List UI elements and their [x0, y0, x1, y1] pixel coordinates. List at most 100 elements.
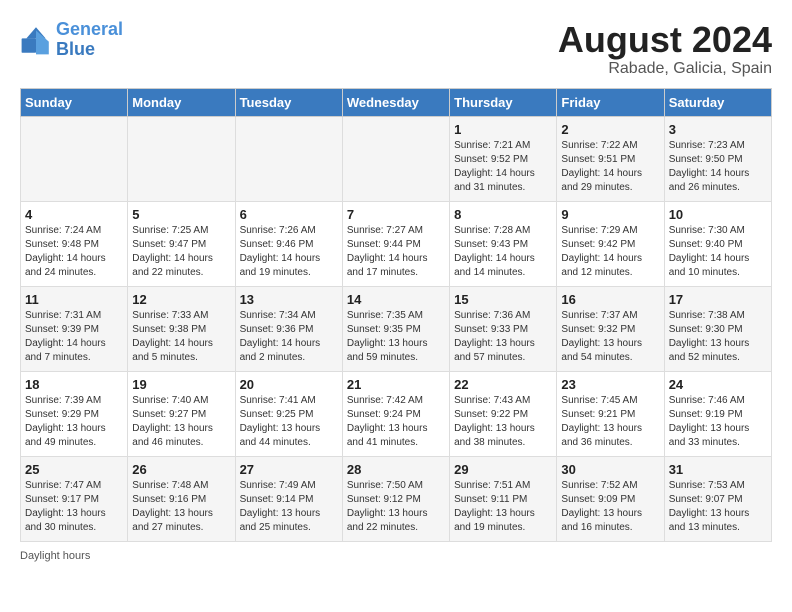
calendar-header-row: Sunday Monday Tuesday Wednesday Thursday… [21, 88, 772, 116]
table-row: 26 Sunrise: 7:48 AMSunset: 9:16 PMDayligh… [128, 456, 235, 541]
day-info: Sunrise: 7:21 AMSunset: 9:52 PMDaylight:… [454, 139, 552, 195]
day-number: 11 [25, 292, 123, 307]
calendar-week-row: 25Sunrise: 7:47 AMSunset: 9:17 PMDayligh… [21, 456, 772, 541]
day-number: 18 [25, 377, 123, 392]
col-sunday: Sunday [21, 88, 128, 116]
day-info: Sunrise: 7:29 AMSunset: 9:42 PMDaylight:… [561, 224, 659, 280]
day-info: Sunrise: 7:39 AMSunset: 9:29 PMDaylight:… [25, 394, 123, 450]
table-row [342, 116, 449, 201]
day-info: Sunrise: 7:38 AMSunset: 9:30 PMDaylight:… [669, 309, 767, 365]
calendar-week-row: 18 Sunrise: 7:39 AMSunset: 9:29 PMDayligh… [21, 371, 772, 456]
table-row: 9 Sunrise: 7:29 AMSunset: 9:42 PMDaylight… [557, 201, 664, 286]
day-number: 31 [669, 462, 767, 477]
day-info: Sunrise: 7:43 AMSunset: 9:22 PMDaylight:… [454, 394, 552, 450]
col-wednesday: Wednesday [342, 88, 449, 116]
table-row [235, 116, 342, 201]
day-info: Sunrise: 7:45 AMSunset: 9:21 PMDaylight:… [561, 394, 659, 450]
day-info: Sunrise: 7:36 AMSunset: 9:33 PMDaylight:… [454, 309, 552, 365]
col-saturday: Saturday [664, 88, 771, 116]
table-row: 11 Sunrise: 7:31 AMSunset: 9:39 PMDayligh… [21, 286, 128, 371]
day-info: Sunrise: 7:37 AMSunset: 9:32 PMDaylight:… [561, 309, 659, 365]
logo-icon [20, 24, 52, 56]
day-info: Sunrise: 7:53 AMSunset: 9:07 PMDaylight:… [669, 479, 767, 535]
table-row: 29 Sunrise: 7:51 AMSunset: 9:11 PMDayligh… [450, 456, 557, 541]
day-info: Sunrise: 7:51 AMSunset: 9:11 PMDaylight:… [454, 479, 552, 535]
location-subtitle: Rabade, Galicia, Spain [558, 60, 772, 78]
month-year-title: August 2024 [558, 20, 772, 60]
day-info: Sunrise: 7:48 AMSunset: 9:16 PMDaylight:… [132, 479, 230, 535]
table-row: 13 Sunrise: 7:34 AMSunset: 9:36 PMDayligh… [235, 286, 342, 371]
table-row: 18 Sunrise: 7:39 AMSunset: 9:29 PMDayligh… [21, 371, 128, 456]
day-info: Sunrise: 7:49 AMSunset: 9:14 PMDaylight:… [240, 479, 338, 535]
day-number: 20 [240, 377, 338, 392]
day-info: Sunrise: 7:42 AMSunset: 9:24 PMDaylight:… [347, 394, 445, 450]
day-number: 19 [132, 377, 230, 392]
table-row: 4 Sunrise: 7:24 AMSunset: 9:48 PMDaylight… [21, 201, 128, 286]
table-row: 27 Sunrise: 7:49 AMSunset: 9:14 PMDayligh… [235, 456, 342, 541]
day-number: 27 [240, 462, 338, 477]
day-number: 7 [347, 207, 445, 222]
day-number: 3 [669, 122, 767, 137]
day-number: 14 [347, 292, 445, 307]
day-info: Sunrise: 7:30 AMSunset: 9:40 PMDaylight:… [669, 224, 767, 280]
table-row: 10 Sunrise: 7:30 AMSunset: 9:40 PMDayligh… [664, 201, 771, 286]
table-row [128, 116, 235, 201]
logo: General Blue [20, 20, 123, 60]
table-row: 22 Sunrise: 7:43 AMSunset: 9:22 PMDayligh… [450, 371, 557, 456]
day-info: Sunrise: 7:50 AMSunset: 9:12 PMDaylight:… [347, 479, 445, 535]
table-row: 7 Sunrise: 7:27 AMSunset: 9:44 PMDaylight… [342, 201, 449, 286]
day-info: Sunrise: 7:34 AMSunset: 9:36 PMDaylight:… [240, 309, 338, 365]
day-info: Sunrise: 7:33 AMSunset: 9:38 PMDaylight:… [132, 309, 230, 365]
day-number: 29 [454, 462, 552, 477]
day-number: 8 [454, 207, 552, 222]
day-info: Sunrise: 7:31 AMSunset: 9:39 PMDaylight:… [25, 309, 123, 365]
day-number: 21 [347, 377, 445, 392]
logo-general: General [56, 19, 123, 39]
table-row: 5Sunrise: 7:25 AMSunset: 9:47 PMDaylight… [128, 201, 235, 286]
day-number: 23 [561, 377, 659, 392]
day-number: 16 [561, 292, 659, 307]
day-info: Sunrise: 7:41 AMSunset: 9:25 PMDaylight:… [240, 394, 338, 450]
table-row: 25Sunrise: 7:47 AMSunset: 9:17 PMDayligh… [21, 456, 128, 541]
table-row: 1 Sunrise: 7:21 AMSunset: 9:52 PMDaylight… [450, 116, 557, 201]
calendar-week-row: 11 Sunrise: 7:31 AMSunset: 9:39 PMDayligh… [21, 286, 772, 371]
day-number: 6 [240, 207, 338, 222]
table-row: 15Sunrise: 7:36 AMSunset: 9:33 PMDayligh… [450, 286, 557, 371]
calendar-week-row: 4 Sunrise: 7:24 AMSunset: 9:48 PMDaylight… [21, 201, 772, 286]
day-info: Sunrise: 7:22 AMSunset: 9:51 PMDaylight:… [561, 139, 659, 195]
day-info: Sunrise: 7:40 AMSunset: 9:27 PMDaylight:… [132, 394, 230, 450]
day-number: 2 [561, 122, 659, 137]
table-row: 28Sunrise: 7:50 AMSunset: 9:12 PMDayligh… [342, 456, 449, 541]
table-row: 23 Sunrise: 7:45 AMSunset: 9:21 PMDayligh… [557, 371, 664, 456]
day-info: Sunrise: 7:24 AMSunset: 9:48 PMDaylight:… [25, 224, 123, 280]
day-number: 1 [454, 122, 552, 137]
logo-text: General Blue [56, 20, 123, 60]
calendar-table: Sunday Monday Tuesday Wednesday Thursday… [20, 88, 772, 542]
day-number: 24 [669, 377, 767, 392]
day-info: Sunrise: 7:28 AMSunset: 9:43 PMDaylight:… [454, 224, 552, 280]
table-row: 6 Sunrise: 7:26 AMSunset: 9:46 PMDaylight… [235, 201, 342, 286]
day-number: 17 [669, 292, 767, 307]
day-number: 4 [25, 207, 123, 222]
table-row: 8 Sunrise: 7:28 AMSunset: 9:43 PMDaylight… [450, 201, 557, 286]
day-info: Sunrise: 7:52 AMSunset: 9:09 PMDaylight:… [561, 479, 659, 535]
day-info: Sunrise: 7:35 AMSunset: 9:35 PMDaylight:… [347, 309, 445, 365]
day-info: Sunrise: 7:46 AMSunset: 9:19 PMDaylight:… [669, 394, 767, 450]
day-info: Sunrise: 7:26 AMSunset: 9:46 PMDaylight:… [240, 224, 338, 280]
table-row: 21 Sunrise: 7:42 AMSunset: 9:24 PMDayligh… [342, 371, 449, 456]
day-number: 30 [561, 462, 659, 477]
table-row: 17 Sunrise: 7:38 AMSunset: 9:30 PMDayligh… [664, 286, 771, 371]
table-row [21, 116, 128, 201]
day-number: 13 [240, 292, 338, 307]
day-number: 10 [669, 207, 767, 222]
day-number: 9 [561, 207, 659, 222]
logo-blue: Blue [56, 39, 95, 59]
title-block: August 2024 Rabade, Galicia, Spain [558, 20, 772, 78]
col-monday: Monday [128, 88, 235, 116]
table-row: 19 Sunrise: 7:40 AMSunset: 9:27 PMDayligh… [128, 371, 235, 456]
day-info: Sunrise: 7:27 AMSunset: 9:44 PMDaylight:… [347, 224, 445, 280]
day-number: 5 [132, 207, 230, 222]
day-number: 26 [132, 462, 230, 477]
col-thursday: Thursday [450, 88, 557, 116]
day-number: 22 [454, 377, 552, 392]
